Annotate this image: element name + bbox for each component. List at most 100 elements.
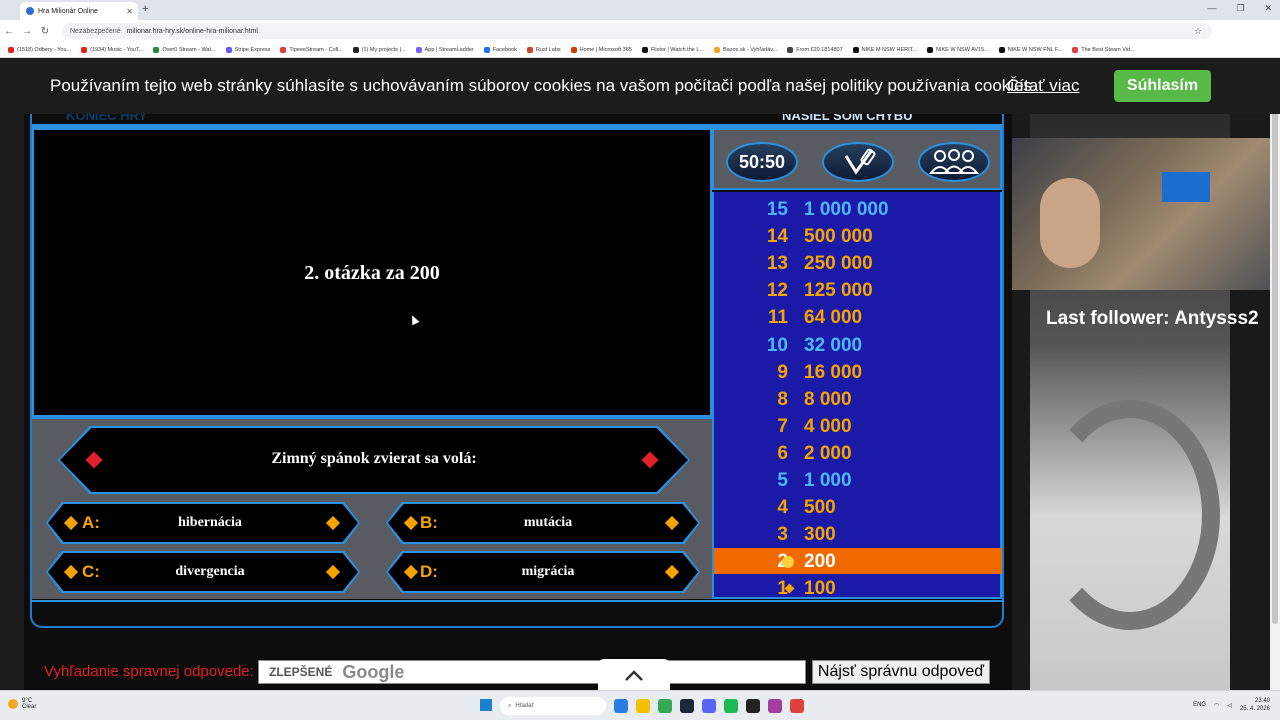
ladder-level: 13: [766, 253, 788, 275]
back-icon[interactable]: ←: [0, 26, 18, 37]
bookmark-item[interactable]: Over0 Stream - Wat...: [153, 46, 216, 53]
ladder-row: 12 125 000: [714, 277, 1002, 303]
taskbar-app-icon[interactable]: [680, 699, 694, 713]
close-window-icon[interactable]: ✕: [1264, 3, 1272, 14]
answer-d-text[interactable]: migrácia: [448, 564, 648, 580]
window-controls: — ❐ ✕: [1207, 3, 1272, 14]
ladder-row: 3 300: [714, 521, 1002, 547]
ladder-row: 6 2 000: [714, 440, 1002, 466]
browser-tab[interactable]: Hra Milionár Online ✕: [20, 2, 138, 20]
bookmark-favicon-icon: [153, 46, 160, 53]
taskbar-clock[interactable]: 23:40 25. 4. 2026: [1240, 697, 1270, 713]
bookmark-favicon-icon: [225, 46, 232, 53]
motorcycle-image: [1040, 400, 1220, 630]
url-text[interactable]: milionar.hra-hry.sk/online-hra-milionar.…: [127, 28, 258, 35]
answer-b-text[interactable]: mutácia: [448, 515, 648, 531]
bookmark-item[interactable]: Stripe Express: [225, 46, 271, 53]
ladder-level: 14: [766, 226, 788, 248]
bookmark-item[interactable]: Home | Microsoft 365: [570, 46, 632, 53]
bookmark-item[interactable]: (1934) Music - YouT...: [81, 46, 143, 53]
answer-a-text[interactable]: hibernácia: [110, 515, 310, 531]
bookmark-item[interactable]: NIKE W NSW AV15...: [926, 46, 989, 53]
bookmark-favicon-icon: [280, 46, 287, 53]
bookmark-item[interactable]: Flixtor | Watch the L...: [641, 46, 704, 53]
bookmark-item[interactable]: NIKE W NSW FNL F...: [998, 46, 1062, 53]
cookie-read-more-link[interactable]: Čítať viac: [1007, 76, 1080, 96]
bookmark-star-icon[interactable]: ☆: [1194, 26, 1202, 37]
cookie-accept-button[interactable]: Súhlasím: [1114, 70, 1211, 102]
bookmark-favicon-icon: [787, 46, 794, 53]
google-logo: Google: [342, 661, 405, 682]
bookmark-item[interactable]: (1) My projects |...: [352, 46, 406, 53]
bookmark-label: From €20.1814807: [796, 46, 843, 53]
google-search-input[interactable]: ZLEPŠENÉ Google: [258, 660, 806, 684]
search-icon: ⌕: [508, 702, 512, 709]
bookmark-item[interactable]: App | StreamLadder: [415, 46, 474, 53]
answer-c-text[interactable]: divergencia: [110, 564, 310, 580]
new-tab-button[interactable]: +: [142, 3, 148, 15]
taskbar-app-icon[interactable]: [724, 699, 738, 713]
fifty-fifty-button[interactable]: 50:50: [726, 142, 798, 182]
close-tab-icon[interactable]: ✕: [126, 7, 133, 16]
bookmark-label: Stripe Express: [234, 46, 271, 53]
bookmark-favicon-icon: [714, 46, 720, 53]
find-answer-button[interactable]: Nájsť správnu odpoveď: [812, 660, 990, 684]
ladder-row: 13 250 000: [714, 250, 1002, 276]
windows-start-icon[interactable]: [480, 699, 492, 711]
bookmark-item[interactable]: TipeeeStream - Coll...: [280, 46, 343, 53]
bookmark-label: TipeeeStream - Coll...: [289, 46, 343, 53]
bookmark-item[interactable]: NIKE M NSW HERIT...: [852, 46, 917, 53]
bookmark-favicon-icon: [526, 46, 533, 53]
taskbar-app-icon[interactable]: [790, 699, 804, 713]
game-bottom-bar: [30, 600, 1004, 628]
forward-icon[interactable]: →: [18, 26, 36, 37]
taskbar-apps: [614, 699, 804, 713]
ladder-amount: 200: [804, 551, 836, 573]
ladder-row: 1 100: [714, 575, 1002, 601]
minimize-icon[interactable]: —: [1207, 3, 1216, 14]
ask-audience-button[interactable]: [918, 142, 990, 182]
taskbar-app-icon[interactable]: [702, 699, 716, 713]
taskbar-search[interactable]: ⌕ Hľadať: [500, 697, 606, 715]
taskbar-app-icon[interactable]: [746, 699, 760, 713]
ladder-level: 10: [766, 334, 788, 356]
weather-widget[interactable]: 9°C Clear: [8, 698, 36, 710]
volume-icon[interactable]: ◁: [1227, 702, 1232, 709]
ladder-amount: 64 000: [804, 307, 863, 329]
bookmark-label: NIKE M NSW HERIT...: [861, 46, 917, 53]
language-indicator[interactable]: ENG: [1193, 702, 1206, 708]
ladder-level: 7: [777, 415, 788, 437]
scrollbar-thumb[interactable]: [1272, 64, 1278, 624]
bookmark-label: App | StreamLadder: [424, 46, 474, 53]
maximize-icon[interactable]: ❐: [1236, 3, 1244, 14]
reload-icon[interactable]: ↻: [36, 26, 54, 37]
ladder-amount: 8 000: [804, 388, 852, 410]
bookmark-label: Bazos.sk - Vyhľadáv...: [723, 46, 778, 53]
question-text: Zimný spánok zvierat sa volá:: [271, 450, 477, 467]
phone-friend-button[interactable]: [822, 142, 894, 182]
taskbar-app-icon[interactable]: [636, 699, 650, 713]
bookmark-item[interactable]: Facebook: [483, 46, 517, 53]
bookmark-label: Rust Labs: [535, 46, 561, 53]
ladder-amount: 100: [804, 578, 836, 600]
scroll-to-top-button[interactable]: [598, 659, 670, 693]
taskbar-app-icon[interactable]: [658, 699, 672, 713]
bookmarks-bar: (1518) Odbery - You... (1934) Music - You…: [0, 42, 1280, 58]
taskbar-app-icon[interactable]: [768, 699, 782, 713]
bookmark-item[interactable]: (1518) Odbery - You...: [8, 46, 71, 53]
ladder-row: 11 64 000: [714, 304, 1002, 330]
wifi-icon[interactable]: ◠: [1214, 702, 1219, 709]
taskbar-app-icon[interactable]: [614, 699, 628, 713]
bookmark-item[interactable]: From €20.1814807: [787, 46, 843, 53]
ladder-level: 9: [777, 361, 788, 383]
search-badge: ZLEPŠENÉ: [269, 665, 333, 679]
question-number-title: 2. otázka za 200: [304, 262, 440, 284]
url-field[interactable]: Nezabezpečené milionar.hra-hry.sk/online…: [62, 23, 1212, 39]
bookmark-item[interactable]: Rust Labs: [526, 46, 561, 53]
bookmark-favicon-icon: [483, 46, 490, 53]
bookmark-item[interactable]: Bazos.sk - Vyhľadáv...: [714, 46, 778, 53]
insecure-label[interactable]: Nezabezpečené: [70, 28, 121, 35]
streamer-face: [1040, 178, 1100, 268]
bookmark-item[interactable]: The Best Steam Vid...: [1072, 46, 1135, 53]
answer-d-letter: D:: [420, 562, 438, 581]
